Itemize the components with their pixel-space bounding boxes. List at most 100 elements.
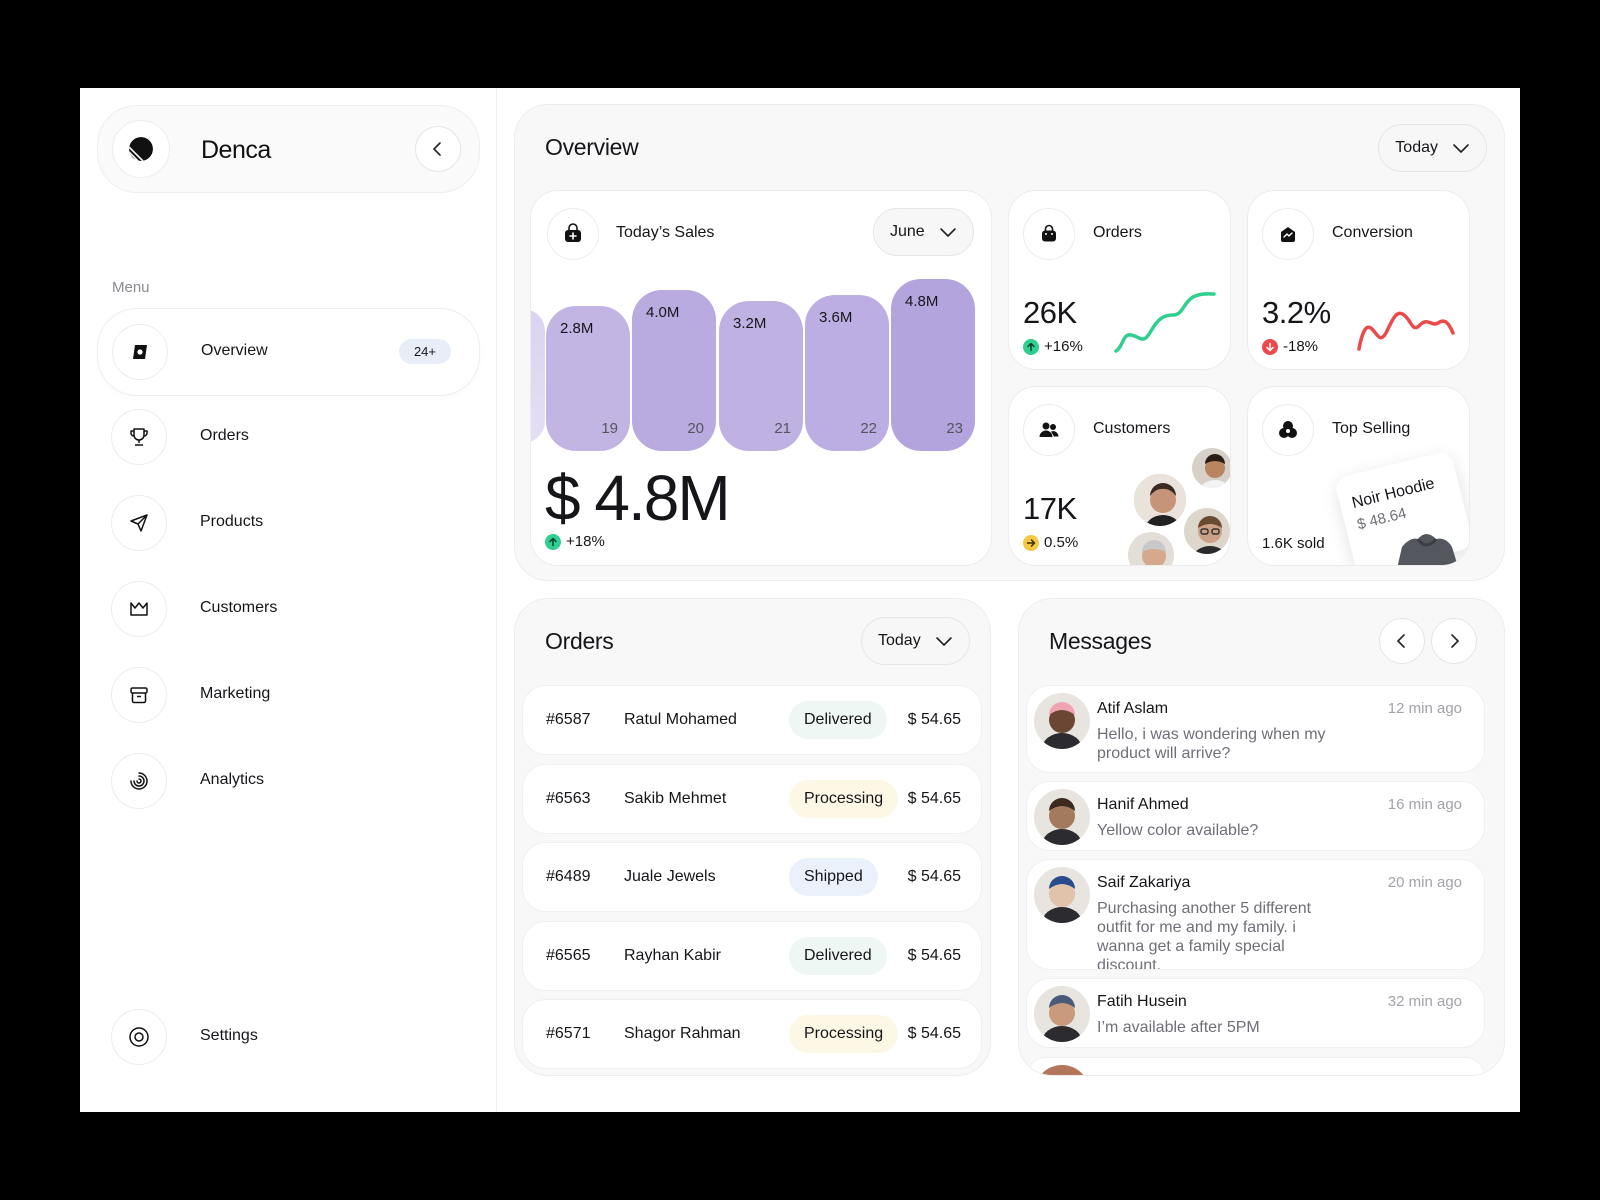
conversion-trend-sparkline — [1357, 311, 1455, 351]
circles-icon — [1262, 404, 1314, 456]
messages-panel: Messages Atif Aslam Hello, i was wonderin… — [1018, 598, 1505, 1076]
order-row[interactable]: #6587 Ratul Mohamed Delivered $ 54.65 — [522, 685, 982, 755]
sidebar: Denca Menu Overview 24+ Orders Products — [80, 88, 497, 1112]
message-item[interactable]: Hanif Ahmed Yellow color available? 16 min… — [1026, 781, 1485, 851]
sales-month-dropdown[interactable]: June — [873, 208, 974, 256]
sidebar-item-customers[interactable]: Customers — [97, 566, 480, 654]
message-preview: Yellow color available? — [1097, 822, 1259, 839]
arrow-up-icon — [545, 533, 561, 550]
sender-avatar — [1034, 789, 1090, 845]
order-row[interactable]: #6563 Sakib Mehmet Processing $ 54.65 — [522, 763, 982, 834]
orders-stat-value: 26K — [1023, 295, 1077, 330]
sidebar-item-label: Customers — [200, 599, 278, 616]
sidebar-item-settings[interactable]: Settings — [97, 994, 480, 1082]
customer-avatar — [1189, 445, 1230, 491]
messages-title: Messages — [1049, 628, 1152, 654]
order-amount: $ 54.65 — [907, 789, 961, 807]
order-id: #6563 — [546, 789, 591, 807]
arrow-down-icon — [1262, 338, 1278, 355]
message-preview: Hello, i was wondering when my product w… — [1097, 726, 1326, 762]
chevron-left-icon — [1397, 634, 1405, 648]
orders-panel: Orders Today #6587 Ratul Mohamed Delivered… — [514, 598, 991, 1076]
conversion-title: Conversion — [1332, 224, 1413, 241]
sender-avatar — [1034, 1065, 1090, 1075]
order-id: #6571 — [546, 1025, 591, 1042]
archive-icon — [111, 667, 167, 723]
chart-bar[interactable]: 3.6M 22 — [805, 295, 889, 451]
chevron-down-icon — [935, 637, 952, 646]
message-item[interactable]: Saif Zakariya Purchasing another 5 differ… — [1026, 859, 1485, 970]
chart-bar[interactable]: 2.8M 19 — [546, 306, 630, 451]
orders-period-dropdown[interactable]: Today — [861, 617, 970, 665]
message-preview: I’m available after 5PM — [1097, 1019, 1260, 1036]
delta-value: +18% — [566, 533, 605, 550]
customer-name: Ratul Mohamed — [624, 711, 737, 728]
orders-stat-delta: +16% — [1023, 338, 1083, 355]
overview-icon — [112, 324, 168, 380]
bar-value-label: 4.0M — [646, 304, 680, 321]
sidebar-item-marketing[interactable]: Marketing — [97, 652, 480, 740]
bar-day-label: 22 — [860, 420, 877, 437]
brand-name: Denca — [201, 136, 271, 164]
customer-avatar — [1131, 471, 1189, 529]
orders-trend-sparkline — [1114, 292, 1216, 353]
chevron-right-icon — [1451, 634, 1459, 648]
customer-name: Sakib Mehmet — [624, 789, 727, 807]
customer-avatar — [1125, 529, 1177, 565]
message-time: 16 min ago — [1387, 796, 1462, 813]
collapse-sidebar-button[interactable] — [415, 126, 461, 172]
sidebar-item-overview[interactable]: Overview 24+ — [97, 308, 480, 396]
sidebar-item-label: Analytics — [200, 771, 265, 788]
chart-bar[interactable]: 4.0M 20 — [632, 290, 716, 451]
shopping-bag-icon — [1023, 208, 1075, 260]
order-row[interactable]: #6571 Shagor Rahman Processing $ 54.65 — [522, 999, 982, 1069]
customer-name: Rayhan Kabir — [624, 946, 721, 964]
sender-avatar — [1034, 693, 1090, 749]
hoodie-image — [1397, 534, 1458, 565]
chart-bar[interactable]: 3.2M 21 — [719, 301, 803, 451]
dropdown-value: June — [890, 223, 925, 240]
bar-day-label: 20 — [687, 420, 704, 437]
conversion-value: 3.2% — [1262, 295, 1331, 330]
sidebar-item-label: Settings — [200, 1027, 258, 1044]
previous-message-button[interactable] — [1379, 618, 1425, 664]
message-preview: Purchasing another 5 different outfit fo… — [1097, 900, 1312, 970]
overview-period-dropdown[interactable]: Today — [1378, 124, 1487, 172]
chart-bar[interactable]: 4.8M 23 — [891, 279, 975, 451]
trophy-icon — [111, 409, 167, 465]
bar-day-label: 19 — [601, 420, 618, 437]
brand-card: Denca — [97, 105, 480, 193]
users-icon — [1023, 404, 1075, 456]
message-time: 32 min ago — [1387, 993, 1462, 1010]
message-item-partial[interactable] — [1026, 1057, 1485, 1075]
delta-value: -18% — [1283, 338, 1319, 355]
sidebar-item-analytics[interactable]: Analytics — [97, 738, 480, 826]
sidebar-item-label: Marketing — [200, 685, 271, 702]
sender-name: Fatih Husein — [1097, 993, 1187, 1010]
menu-label: Menu — [112, 279, 150, 296]
notification-badge: 24+ — [398, 339, 451, 364]
status-badge: Delivered — [789, 936, 887, 975]
conversion-stat-card: Conversion 3.2% -18% — [1247, 190, 1470, 370]
order-amount: $ 54.65 — [907, 868, 961, 885]
overview-title: Overview — [545, 134, 639, 160]
dropdown-value: Today — [878, 632, 921, 649]
customer-name: Shagor Rahman — [624, 1025, 741, 1042]
order-row[interactable]: #6489 Juale Jewels Shipped $ 54.65 — [522, 842, 982, 912]
next-message-button[interactable] — [1431, 618, 1477, 664]
customer-name: Juale Jewels — [624, 868, 716, 885]
order-row[interactable]: #6565 Rayhan Kabir Delivered $ 54.65 — [522, 920, 982, 991]
chevron-left-icon — [433, 142, 441, 156]
message-time: 20 min ago — [1387, 874, 1462, 891]
dropdown-value: Today — [1395, 139, 1438, 156]
customer-avatar — [1181, 505, 1230, 557]
message-item[interactable]: Atif Aslam Hello, i was wondering when my… — [1026, 685, 1485, 773]
sidebar-item-products[interactable]: Products — [97, 480, 480, 568]
customers-value: 17K — [1023, 491, 1077, 526]
sales-delta: +18% — [545, 533, 605, 550]
top-selling-title: Top Selling — [1332, 420, 1411, 437]
status-badge: Processing — [789, 1015, 899, 1053]
sidebar-item-orders[interactable]: Orders — [97, 394, 480, 482]
orders-stat-title: Orders — [1093, 224, 1142, 241]
message-item[interactable]: Fatih Husein I’m available after 5PM 32 mi… — [1026, 978, 1485, 1048]
